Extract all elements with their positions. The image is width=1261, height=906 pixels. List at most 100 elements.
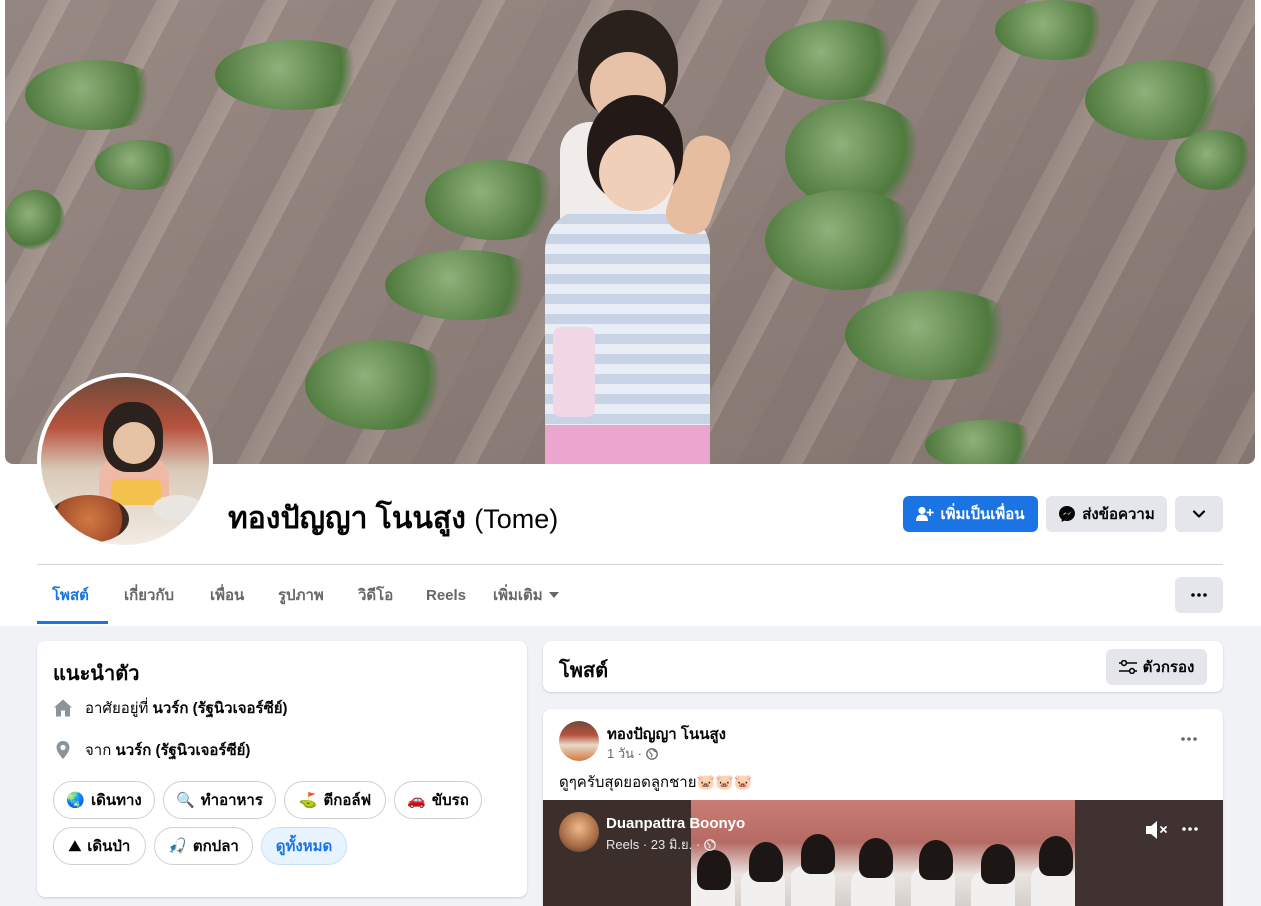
filter-sliders-icon <box>1118 660 1137 674</box>
profile-name: ทองปัญญา โนนสูง (Tome) <box>228 495 558 542</box>
mute-icon[interactable] <box>1144 818 1170 842</box>
cover-plant <box>5 190 65 250</box>
globe-privacy-icon <box>704 838 717 851</box>
profile-avatar[interactable] <box>37 373 213 549</box>
posts-title: โพสต์ <box>559 660 609 682</box>
tab-photos-label: รูปภาพ <box>278 587 324 604</box>
video-person <box>1039 836 1073 876</box>
hobby-label: เดินป่า <box>87 838 131 855</box>
tab-friends-label: เพื่อน <box>210 587 245 604</box>
video-person <box>749 842 783 882</box>
location-pin-icon <box>53 740 73 760</box>
see-all-label: ดูทั้งหมด <box>275 838 333 855</box>
tab-about-label: เกี่ยวกับ <box>124 587 175 604</box>
hobby-chip-cooking[interactable]: 🔍 ทำอาหาร <box>163 781 276 819</box>
cover-plant <box>25 60 165 130</box>
ellipsis-icon <box>1182 827 1198 831</box>
message-button[interactable]: ส่งข้อความ <box>1046 496 1167 532</box>
video-frame <box>691 800 1075 906</box>
add-friend-label: เพิ่มเป็นเพื่อน <box>940 506 1025 523</box>
cover-plant <box>925 420 1045 464</box>
post-meta: 1 วัน · <box>607 743 658 764</box>
see-all-hobbies-button[interactable]: ดูทั้งหมด <box>261 827 347 865</box>
tab-more[interactable]: เพิ่มเติม <box>493 565 559 625</box>
hobby-label: ตีกอล์ฟ <box>323 792 372 809</box>
tab-videos-label: วิดีโอ <box>358 587 394 604</box>
hobby-chip-travel[interactable]: 🌏 เดินทาง <box>53 781 155 819</box>
tab-more-label: เพิ่มเติม <box>493 587 543 604</box>
from-row: จาก นวร์ก (รัฐนิวเจอร์ซีย์) <box>53 738 250 762</box>
video-person <box>919 840 953 880</box>
video-person <box>981 844 1015 884</box>
reel-meta-text[interactable]: Reels · 23 มิ.ย. · <box>606 834 700 855</box>
tab-reels[interactable]: Reels <box>426 565 466 625</box>
cover-plant <box>95 140 185 190</box>
hobby-chip-golf[interactable]: ⛳ ตีกอล์ฟ <box>284 781 386 819</box>
post-time[interactable]: 1 วัน · <box>607 743 642 764</box>
cover-plant <box>425 160 565 240</box>
posts-header-card: โพสต์ ตัวกรอง <box>543 641 1223 692</box>
from-prefix: จาก <box>85 742 112 759</box>
lives-in-place[interactable]: นวร์ก (รัฐนิวเจอร์ซีย์) <box>153 700 288 717</box>
post-author-avatar[interactable] <box>559 721 599 761</box>
tab-videos[interactable]: วิดีโอ <box>358 565 393 625</box>
cover-plant <box>765 190 925 290</box>
globe-icon: 🌏 <box>66 792 85 809</box>
hobby-label: ตกปลา <box>192 838 239 855</box>
cover-plant <box>995 0 1115 60</box>
hobby-label: ทำอาหาร <box>200 792 263 809</box>
reel-options-button[interactable] <box>1176 816 1204 842</box>
ellipsis-icon <box>1181 737 1197 741</box>
profile-options-button[interactable] <box>1175 496 1223 532</box>
profile-name-text: ทองปัญญา โนนสูง <box>228 502 466 535</box>
fishing-icon: 🎣 <box>168 838 187 855</box>
add-friend-button[interactable]: เพิ่มเป็นเพื่อน <box>903 496 1038 532</box>
video-person <box>859 838 893 878</box>
tab-posts-label: โพสต์ <box>52 587 89 604</box>
messenger-icon <box>1059 506 1076 522</box>
intro-title: แนะนำตัว <box>53 663 140 685</box>
filter-button[interactable]: ตัวกรอง <box>1106 649 1207 685</box>
tab-friends[interactable]: เพื่อน <box>210 565 244 625</box>
tab-photos[interactable]: รูปภาพ <box>278 565 324 625</box>
hobby-chip-driving[interactable]: 🚗 ขับรถ <box>394 781 482 819</box>
cover-person-front <box>545 95 736 464</box>
chevron-down-icon <box>1192 510 1206 518</box>
active-tab-indicator <box>37 621 108 624</box>
post-options-button[interactable] <box>1171 725 1207 753</box>
cover-plant <box>845 290 1025 380</box>
ellipsis-icon <box>1191 593 1207 597</box>
reel-author-name[interactable]: Duanpattra Boonyo <box>606 815 745 832</box>
golf-flag-icon: ⛳ <box>298 792 318 809</box>
cover-plant <box>1175 130 1255 190</box>
tab-reels-label: Reels <box>426 586 467 604</box>
hobby-label: ขับรถ <box>431 792 469 809</box>
more-options-button[interactable] <box>1175 577 1223 613</box>
hobby-chip-fishing[interactable]: 🎣 ตกปลา <box>154 827 253 865</box>
hobby-label: เดินทาง <box>90 792 142 809</box>
add-friend-icon <box>916 506 935 521</box>
reel-author-avatar[interactable] <box>559 812 599 852</box>
tab-about[interactable]: เกี่ยวกับ <box>124 565 174 625</box>
magnifier-icon: 🔍 <box>176 792 195 809</box>
profile-alternate-name: (Tome) <box>474 504 559 534</box>
globe-privacy-icon <box>646 747 658 760</box>
from-place[interactable]: นวร์ก (รัฐนิวเจอร์ซีย์) <box>115 742 250 759</box>
profile-avatar-image <box>41 377 209 545</box>
cover-plant <box>385 250 545 320</box>
video-person <box>801 834 835 874</box>
intro-card: แนะนำตัว อาศัยอยู่ที่ นวร์ก (รัฐนิวเจอร์… <box>37 641 527 897</box>
cover-plant <box>305 340 455 430</box>
lives-in-row: อาศัยอยู่ที่ นวร์ก (รัฐนิวเจอร์ซีย์) <box>53 696 288 720</box>
filter-label: ตัวกรอง <box>1142 659 1195 676</box>
hobby-chip-hiking[interactable]: ⛰ เดินป่า <box>53 827 146 865</box>
shared-reel-video[interactable]: Duanpattra Boonyo Reels · 23 มิ.ย. · <box>543 800 1223 906</box>
message-label: ส่งข้อความ <box>1082 506 1155 523</box>
cover-plant <box>765 20 905 100</box>
post-card: ทองปัญญา โนนสูง 1 วัน · ดูๆครับสุดยอดลูก… <box>543 709 1223 906</box>
tab-posts[interactable]: โพสต์ <box>52 565 89 625</box>
cover-plant <box>215 40 375 110</box>
cover-photo[interactable] <box>5 0 1255 464</box>
video-person <box>697 850 731 890</box>
post-text: ดูๆครับสุดยอดลูกชาย🐷🐷🐷 <box>559 774 753 791</box>
